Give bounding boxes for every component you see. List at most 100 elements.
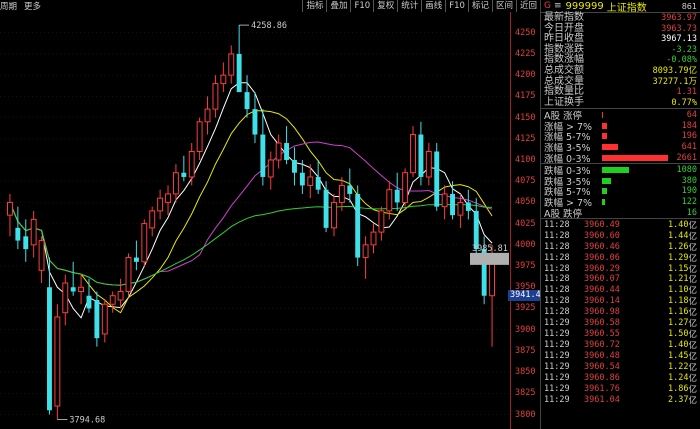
breadth-bar: [602, 144, 618, 151]
candlestick-chart[interactable]: 4258.86 3794.68 3985.81 -: [0, 12, 511, 429]
candle-body: [54, 316, 61, 407]
tick-volume: 1.24: [668, 372, 689, 383]
tick-row: 11:28 3960.29 1.15 亿: [541, 263, 700, 275]
candle-body: [38, 240, 45, 271]
toolbar-button[interactable]: 叠加: [326, 0, 350, 12]
candle-body: [260, 134, 266, 177]
ma-line-ma60: [9, 202, 493, 286]
price-tick-label: 4200: [515, 70, 536, 81]
tick-row: 11:28 3960.06 1.29 亿: [541, 252, 700, 264]
tick-row: 11:29 3960.72 1.40 亿: [541, 340, 700, 351]
breadth-bar-track: [602, 111, 668, 119]
breadth-row: A股 跌停 16: [541, 208, 700, 220]
price-tick-label: 4000: [515, 239, 536, 250]
price-tick-label: 4075: [515, 176, 536, 187]
quote-value: -0.08%: [666, 55, 697, 66]
candle-body: [196, 121, 203, 153]
candle-body: [86, 295, 92, 309]
menu-icon[interactable]: ≡: [554, 1, 562, 11]
price-tick-label: 4125: [515, 133, 536, 144]
candle-body: [23, 236, 29, 250]
tick-price: 3960.49: [584, 219, 620, 230]
price-tick-label: 3975: [515, 261, 536, 272]
candle-body: [133, 257, 139, 262]
high-label: 4258.86: [251, 21, 287, 31]
tick-list[interactable]: 11:28 3960.49 1.40 亿 11:28 3960.60 1.44 亿 11:28 3…: [541, 219, 700, 406]
tick-price: 3960.86: [584, 372, 620, 383]
toolbar-button[interactable]: 统计: [397, 0, 421, 12]
candle-body: [292, 159, 297, 173]
candle-body: [418, 134, 424, 177]
period-selector[interactable]: 周期: [0, 0, 20, 12]
candle-body: [188, 151, 195, 178]
breadth-count: 380: [681, 175, 697, 186]
candle-body: [299, 172, 305, 186]
group-marker[interactable]: G: [544, 1, 551, 11]
toolbar-button[interactable]: 标记: [467, 0, 492, 12]
price-tick-label: 4175: [515, 91, 536, 102]
candle-body: [323, 189, 329, 228]
toolbar-button[interactable]: F10: [350, 0, 373, 12]
price-tick-label: 4100: [515, 154, 536, 165]
candle-body: [457, 201, 464, 216]
breadth-count: 122: [681, 197, 697, 208]
candle-body: [355, 193, 361, 258]
candle-body: [101, 303, 108, 335]
breadth-bar-track: [602, 143, 668, 151]
toolbar-button[interactable]: F10: [445, 0, 468, 12]
toolbar-button[interactable]: 指标: [302, 0, 326, 12]
candle-body: [212, 83, 219, 110]
tick-row: 11:29 3961.76 1.86 亿: [541, 383, 700, 395]
tick-volume: 1.18: [668, 296, 689, 307]
tick-price: 3960.07: [584, 274, 620, 285]
tick-price: 3960.06: [584, 252, 620, 263]
candle-body: [465, 202, 471, 211]
price-tick-label: 4025: [515, 218, 536, 229]
breadth-bar-track: [602, 209, 668, 217]
candle-body: [228, 53, 235, 76]
breadth-count: 2661: [676, 152, 697, 163]
breadth-count: 64: [686, 109, 697, 120]
tick-price: 3960.14: [584, 296, 620, 307]
candle-body: [347, 185, 353, 194]
price-tick-label: 3800: [515, 409, 536, 420]
candle-body: [70, 287, 76, 292]
candle-body: [78, 286, 85, 292]
kline-chart-area[interactable]: 周期 更多 指标 叠加 F10 复权 统计 画线 F10 标记 区间 近回 4258.86 3794…: [0, 0, 543, 429]
breadth-bar-track: [602, 154, 668, 162]
breadth-bar: [602, 154, 668, 161]
tick-row: 11:28 3960.60 1.44 亿: [541, 230, 700, 242]
quote-value: 8093.79亿: [652, 65, 697, 76]
toolbar-button[interactable]: 近回: [515, 0, 540, 12]
tick-time: 11:29: [544, 394, 570, 405]
tick-volume: 1.21: [668, 274, 689, 285]
price-tick-label: 4150: [515, 112, 536, 123]
tick-time: 11:28: [544, 274, 570, 285]
breadth-bar-track: [602, 122, 668, 130]
breadth-count: 196: [681, 131, 697, 142]
tick-price: 3961.04: [584, 394, 620, 405]
candle-body: [165, 193, 171, 203]
tick-price: 3960.60: [584, 230, 620, 241]
candle-body: [125, 257, 132, 292]
breadth-count: 1080: [676, 164, 697, 175]
toolbar-button[interactable]: 区间: [491, 0, 516, 12]
chart-toolbar: 周期 更多 指标 叠加 F10 复权 统计 画线 F10 标记 区间 近回: [0, 0, 540, 12]
tick-time: 11:28: [544, 307, 570, 318]
candle-body: [157, 197, 164, 212]
toolbar-button[interactable]: 画线: [421, 0, 445, 12]
more-menu[interactable]: 更多: [24, 0, 41, 12]
tick-price: 3960.44: [584, 285, 620, 296]
candle-body: [338, 184, 345, 203]
candle-body: [386, 189, 393, 212]
toolbar-button[interactable]: 复权: [373, 0, 397, 12]
tick-volume: 1.10: [668, 285, 689, 296]
last-price-label: 3985.81 -: [472, 244, 511, 254]
tick-row: 11:29 3960.58 1.27 亿: [541, 318, 700, 329]
tick-volume: 1.50: [668, 329, 689, 340]
tick-row: 11:28 3960.46 1.26 亿: [541, 241, 700, 253]
candle-body: [252, 109, 258, 135]
breadth-bar: [602, 199, 606, 206]
ma-line-ma5: [9, 82, 493, 319]
breadth-bar-track: [602, 177, 668, 185]
